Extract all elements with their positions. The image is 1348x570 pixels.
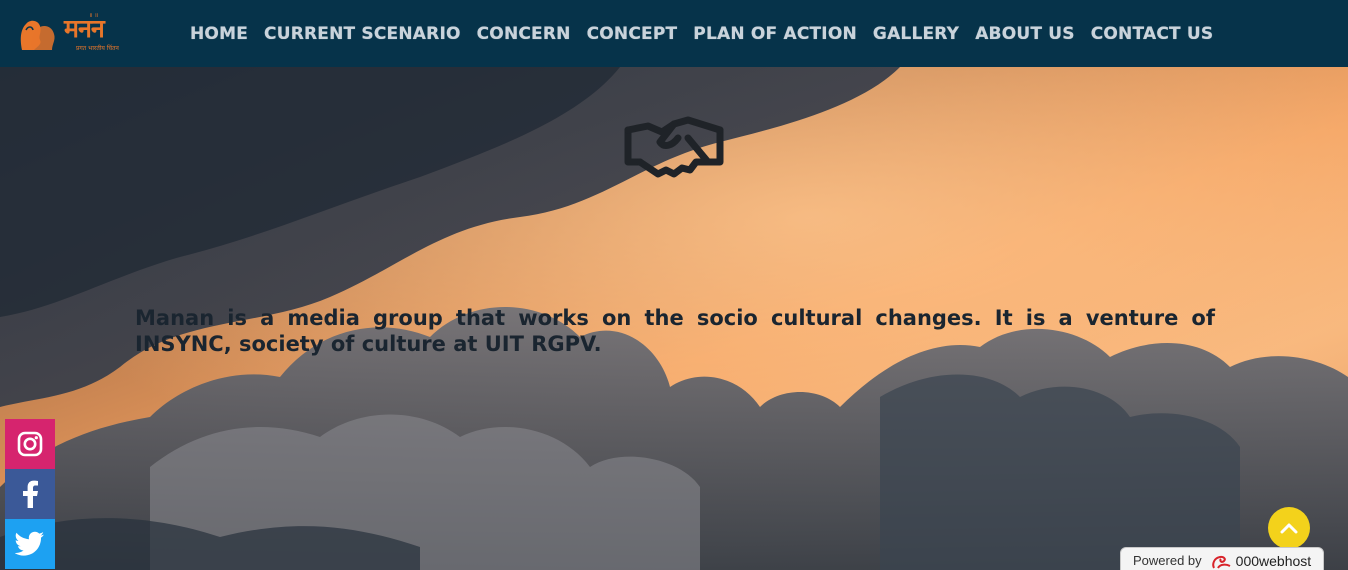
nav-item-plan-of-action[interactable]: PLAN OF ACTION (693, 24, 857, 44)
powered-by-badge[interactable]: Powered by 000webhost (1120, 547, 1324, 570)
powered-by-label: Powered by (1133, 553, 1202, 568)
nav-item-current-scenario[interactable]: CURRENT SCENARIO (264, 24, 461, 44)
nav-item-concept[interactable]: CONCEPT (587, 24, 678, 44)
intro-text: Manan is a media group that works on the… (135, 306, 1215, 356)
twitter-link[interactable] (5, 519, 55, 569)
instagram-link[interactable] (5, 419, 55, 469)
facebook-link[interactable] (5, 469, 55, 519)
powered-by-brand: 000webhost (1235, 553, 1312, 569)
twitter-icon (15, 531, 44, 556)
nav-item-gallery[interactable]: GALLERY (873, 24, 959, 44)
page: ॥ ॥ मनन प्रगत भारतीय चिंतन HOME CURRENT … (0, 0, 1348, 570)
facebook-icon (23, 480, 38, 508)
social-sidebar (5, 419, 55, 569)
nav-item-about-us[interactable]: ABOUT US (975, 24, 1075, 44)
logo-title: मनन (64, 14, 105, 43)
nav-item-contact-us[interactable]: CONTACT US (1091, 24, 1214, 44)
back-to-top-button[interactable] (1268, 507, 1310, 549)
chevron-up-icon (1280, 523, 1298, 534)
instagram-icon (17, 431, 43, 457)
main-nav: HOME CURRENT SCENARIO CONCERN CONCEPT PL… (190, 0, 1229, 67)
top-navbar: ॥ ॥ मनन प्रगत भारतीय चिंतन HOME CURRENT … (0, 0, 1348, 67)
logo-heads-icon (20, 20, 55, 50)
handshake-icon (624, 116, 724, 178)
nav-item-home[interactable]: HOME (190, 24, 248, 44)
logo-tagline: प्रगत भारतीय चिंतन (76, 45, 119, 52)
webhost-logo-icon (1211, 555, 1231, 569)
site-logo[interactable]: ॥ ॥ मनन प्रगत भारतीय चिंतन (18, 12, 128, 56)
nav-item-concern[interactable]: CONCERN (477, 24, 571, 44)
